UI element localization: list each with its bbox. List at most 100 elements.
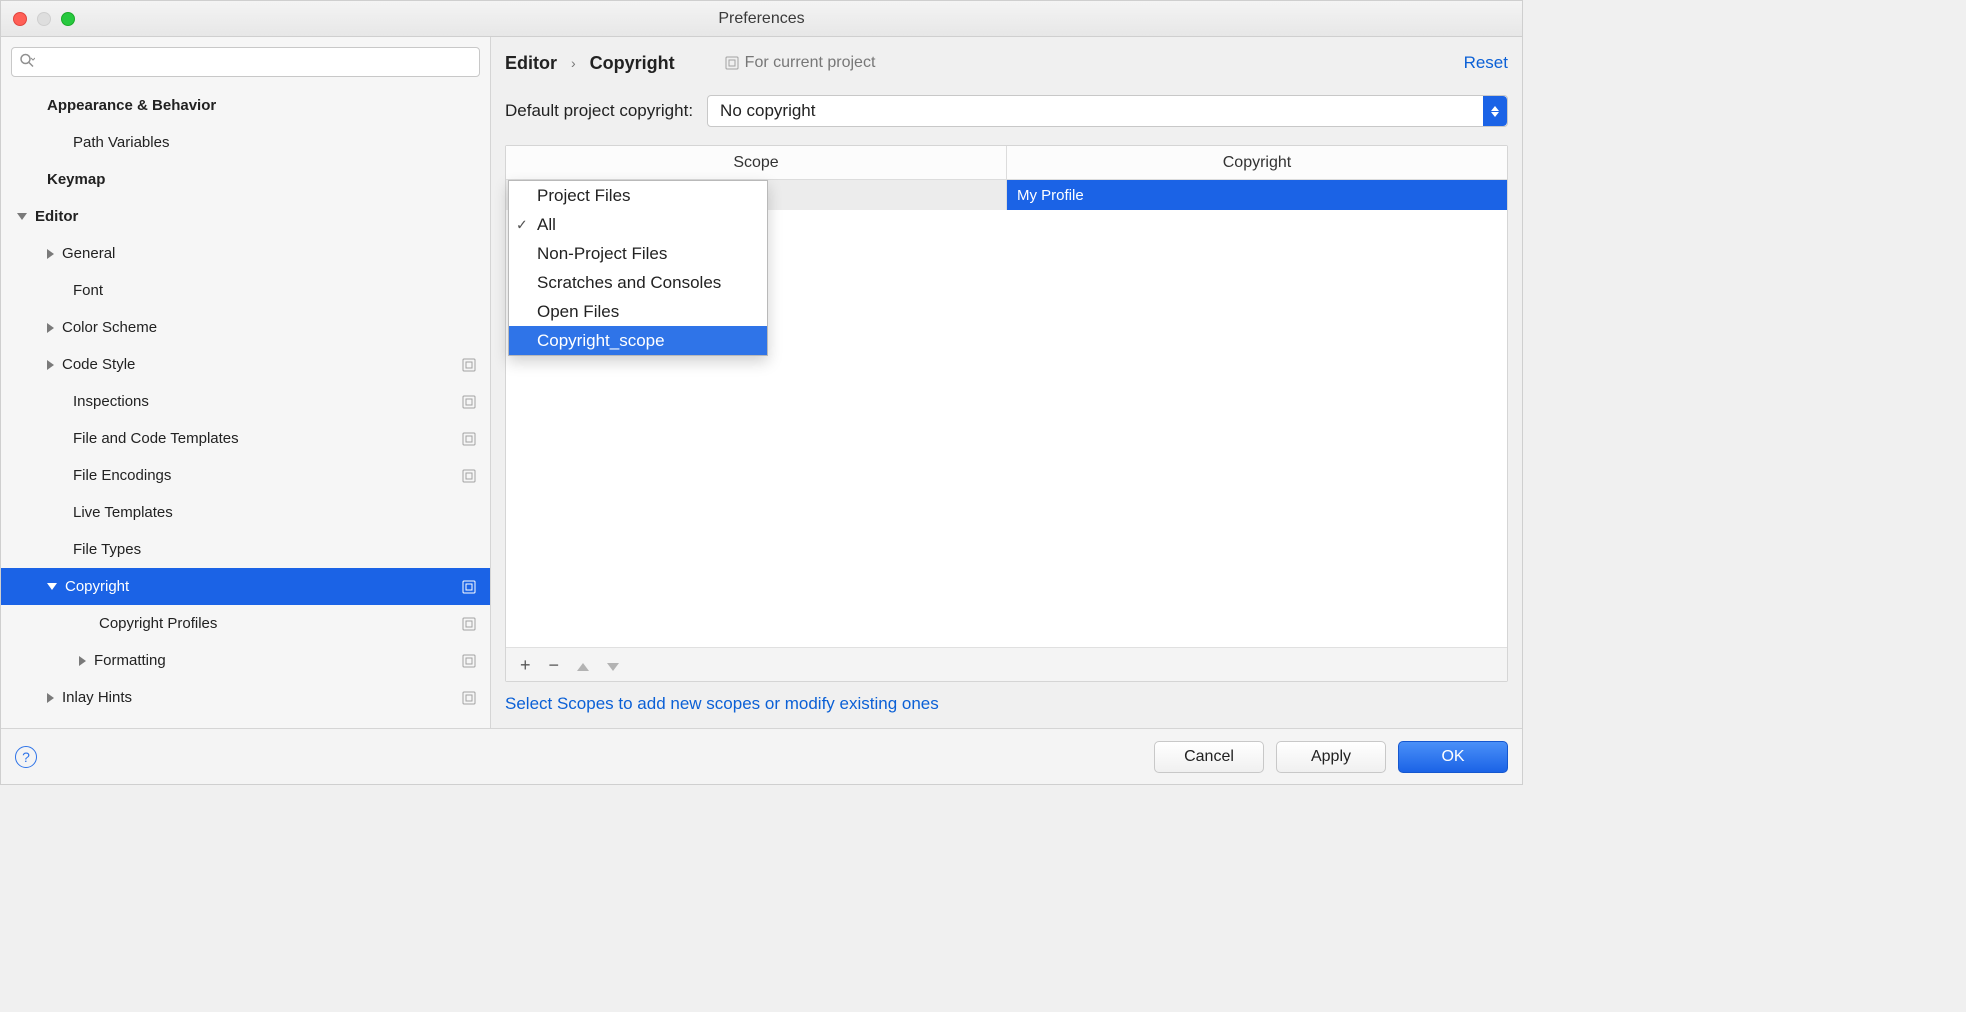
project-scope-text: For current project xyxy=(745,54,876,72)
sidebar-item-label: Appearance & Behavior xyxy=(47,97,216,114)
copyright-cell[interactable]: My Profile xyxy=(1006,180,1507,210)
button-label: Cancel xyxy=(1184,748,1234,766)
sidebar-item-editor[interactable]: Editor xyxy=(1,198,490,235)
sidebar-item-code-style[interactable]: Code Style xyxy=(1,346,490,383)
sidebar-item-appearance-behavior[interactable]: Appearance & Behavior xyxy=(1,87,490,124)
scope-option[interactable]: Open Files xyxy=(509,297,767,326)
scope-option-label: Open Files xyxy=(537,302,619,322)
reset-link[interactable]: Reset xyxy=(1464,53,1508,73)
table-toolbar: + − xyxy=(506,647,1507,681)
button-label: OK xyxy=(1441,748,1464,766)
scope-option-label: All xyxy=(537,215,556,235)
sidebar-item-label: Font xyxy=(73,282,103,299)
breadcrumb-part[interactable]: Editor xyxy=(505,53,557,74)
sidebar-item-label: Formatting xyxy=(94,652,166,669)
sidebar: Appearance & Behavior Path Variables Key… xyxy=(1,37,491,728)
sidebar-item-file-code-templates[interactable]: File and Code Templates xyxy=(1,420,490,457)
sidebar-item-live-templates[interactable]: Live Templates xyxy=(1,494,490,531)
sidebar-item-keymap[interactable]: Keymap xyxy=(1,161,490,198)
minimize-icon[interactable] xyxy=(37,12,51,26)
help-icon: ? xyxy=(22,749,30,765)
triangle-up-icon xyxy=(577,663,589,671)
chevron-down-icon xyxy=(17,213,27,220)
remove-button[interactable]: − xyxy=(549,656,560,674)
sidebar-item-color-scheme[interactable]: Color Scheme xyxy=(1,309,490,346)
column-header-copyright[interactable]: Copyright xyxy=(1006,146,1507,179)
help-button[interactable]: ? xyxy=(15,746,37,768)
project-scope-icon xyxy=(460,430,478,448)
sidebar-item-file-encodings[interactable]: File Encodings xyxy=(1,457,490,494)
sidebar-item-copyright[interactable]: Copyright xyxy=(1,568,490,605)
maximize-icon[interactable] xyxy=(61,12,75,26)
default-copyright-value: No copyright xyxy=(720,101,815,121)
scope-option-label: Scratches and Consoles xyxy=(537,273,721,293)
move-up-button[interactable] xyxy=(577,656,589,674)
sidebar-item-label: Code Style xyxy=(62,356,135,373)
close-icon[interactable] xyxy=(13,12,27,26)
project-scope-icon xyxy=(460,689,478,707)
sidebar-item-label: File Types xyxy=(73,541,141,558)
column-header-scope[interactable]: Scope xyxy=(506,146,1006,179)
sidebar-item-path-variables[interactable]: Path Variables xyxy=(1,124,490,161)
chevron-right-icon xyxy=(79,656,86,666)
sidebar-item-label: File Encodings xyxy=(73,467,171,484)
cancel-button[interactable]: Cancel xyxy=(1154,741,1264,773)
chevron-right-icon xyxy=(47,249,54,259)
sidebar-item-label: Inspections xyxy=(73,393,149,410)
sidebar-item-label: Keymap xyxy=(47,171,105,188)
default-copyright-row: Default project copyright: No copyright xyxy=(505,95,1508,127)
sidebar-item-font[interactable]: Font xyxy=(1,272,490,309)
move-down-button[interactable] xyxy=(607,656,619,674)
window-controls xyxy=(13,12,75,26)
breadcrumb-separator-icon: › xyxy=(571,55,576,71)
scope-option[interactable]: ✓ All xyxy=(509,210,767,239)
sidebar-item-general[interactable]: General xyxy=(1,235,490,272)
scope-option[interactable]: Scratches and Consoles xyxy=(509,268,767,297)
scopes-hint-link[interactable]: Select Scopes to add new scopes or modif… xyxy=(505,694,1508,714)
add-button[interactable]: + xyxy=(520,656,531,674)
table-header: Scope Copyright xyxy=(506,146,1507,180)
sidebar-item-label: Editor xyxy=(35,208,78,225)
project-scope-icon xyxy=(460,652,478,670)
scope-option[interactable]: Non-Project Files xyxy=(509,239,767,268)
default-copyright-label: Default project copyright: xyxy=(505,101,693,121)
breadcrumb-part: Copyright xyxy=(590,53,675,74)
window-title: Preferences xyxy=(718,10,804,28)
scope-dropdown[interactable]: Project Files ✓ All Non-Project Files Scr… xyxy=(508,180,768,356)
scope-option[interactable]: Project Files xyxy=(509,181,767,210)
sidebar-item-label: Inlay Hints xyxy=(62,689,132,706)
sidebar-item-inlay-hints[interactable]: Inlay Hints xyxy=(1,679,490,716)
table-body: My Profile Project Files ✓ All Non-Projec… xyxy=(506,180,1507,647)
scope-option-label: Project Files xyxy=(537,186,631,206)
project-scope-icon xyxy=(460,467,478,485)
scope-option-label: Copyright_scope xyxy=(537,331,665,351)
project-scope-badge: For current project xyxy=(725,54,876,72)
project-scope-icon xyxy=(460,615,478,633)
sidebar-item-label: Live Templates xyxy=(73,504,173,521)
ok-button[interactable]: OK xyxy=(1398,741,1508,773)
project-scope-icon xyxy=(460,356,478,374)
project-scope-icon xyxy=(460,393,478,411)
footer: ? Cancel Apply OK xyxy=(1,728,1522,784)
default-copyright-select[interactable]: No copyright xyxy=(707,95,1508,127)
scope-table: Scope Copyright My Profile Project Files… xyxy=(505,145,1508,682)
sidebar-item-inspections[interactable]: Inspections xyxy=(1,383,490,420)
search-input[interactable] xyxy=(11,47,480,77)
sidebar-item-label: Path Variables xyxy=(73,134,169,151)
sidebar-item-copyright-profiles[interactable]: Copyright Profiles xyxy=(1,605,490,642)
scope-option[interactable]: Copyright_scope xyxy=(509,326,767,355)
sidebar-item-label: Color Scheme xyxy=(62,319,157,336)
check-icon: ✓ xyxy=(516,216,528,233)
sidebar-item-formatting[interactable]: Formatting xyxy=(1,642,490,679)
search-field[interactable] xyxy=(11,47,480,77)
sidebar-item-label: Copyright xyxy=(65,578,129,595)
select-chevron-icon xyxy=(1483,96,1507,126)
sidebar-item-file-types[interactable]: File Types xyxy=(1,531,490,568)
breadcrumb: Editor › Copyright For current project R… xyxy=(505,47,1508,79)
chevron-right-icon xyxy=(47,323,54,333)
titlebar: Preferences xyxy=(1,1,1522,37)
sidebar-item-label: File and Code Templates xyxy=(73,430,239,447)
apply-button[interactable]: Apply xyxy=(1276,741,1386,773)
preferences-window: Preferences Appearance & Behavior Path V… xyxy=(0,0,1523,785)
chevron-right-icon xyxy=(47,693,54,703)
